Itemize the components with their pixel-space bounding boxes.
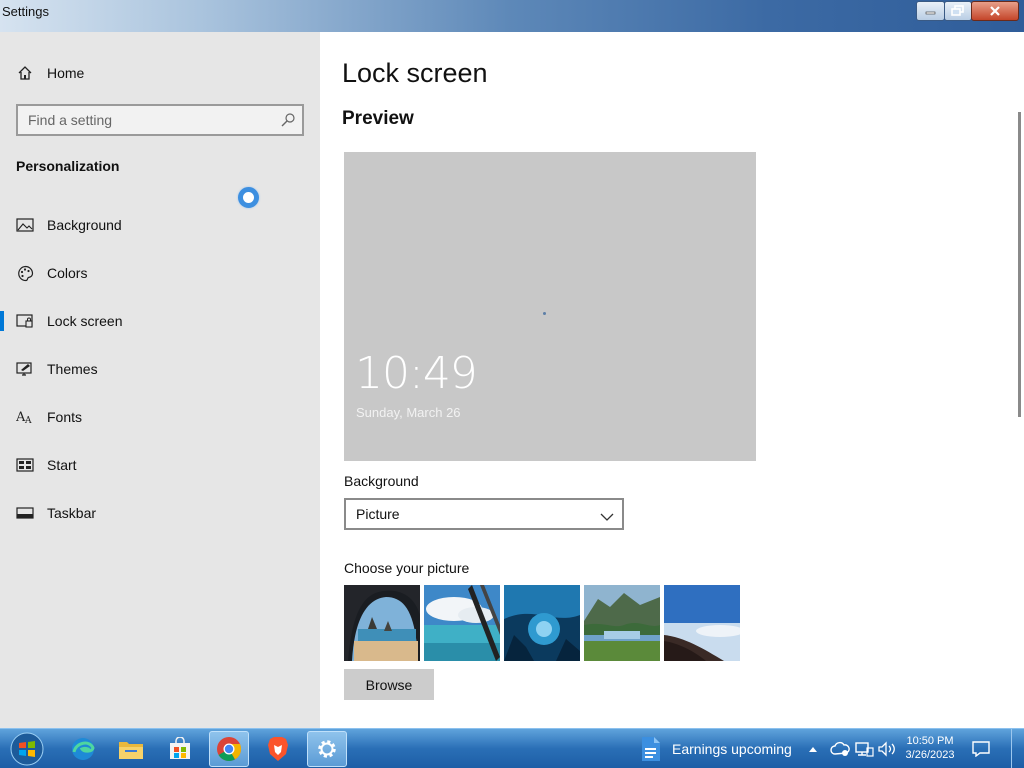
brave-icon [268, 737, 288, 761]
loading-dot-icon [543, 312, 546, 315]
sidebar-item-background[interactable]: Background [0, 205, 320, 245]
chevron-down-icon [600, 509, 614, 527]
picture-thumbnail-underwater[interactable] [504, 585, 580, 661]
preview-heading: Preview [342, 108, 414, 129]
action-center-button[interactable] [968, 729, 994, 768]
start-icon [16, 456, 34, 474]
sidebar-item-lock-screen[interactable]: Lock screen [0, 301, 320, 341]
gear-icon [318, 740, 336, 758]
store-icon [170, 737, 190, 759]
fonts-icon: AA [16, 408, 34, 426]
home-nav-item[interactable]: Home [0, 53, 320, 93]
tray-cloud-network[interactable] [829, 729, 851, 768]
minimize-button[interactable] [916, 1, 945, 21]
section-title: Personalization [16, 158, 120, 174]
chevron-up-icon [809, 747, 817, 752]
notification-icon [972, 741, 990, 757]
browse-button[interactable]: Browse [344, 669, 434, 700]
restore-icon [951, 5, 964, 16]
edge-icon [72, 738, 95, 760]
background-label: Background [344, 473, 419, 489]
tray-volume[interactable] [876, 729, 898, 768]
taskbar: Earnings upcoming 10:50 PM 3/26/2023 [0, 728, 1024, 768]
taskbar-icon [16, 504, 34, 522]
news-widget[interactable]: Earnings upcoming [640, 733, 792, 765]
tray-network[interactable] [853, 729, 875, 768]
palette-icon [16, 264, 34, 282]
close-button[interactable] [971, 1, 1019, 21]
taskbar-settings[interactable] [307, 731, 347, 767]
show-hidden-icons-button[interactable] [805, 729, 821, 768]
taskbar-brave[interactable] [258, 731, 298, 767]
sidebar-item-label: Colors [47, 265, 88, 281]
window-title-bar: Settings [0, 0, 1024, 32]
sidebar-item-start[interactable]: Start [0, 445, 320, 485]
page-title: Lock screen [342, 58, 488, 88]
network-icon [855, 742, 874, 757]
lock-screen-icon [16, 312, 34, 330]
news-document-icon [642, 737, 660, 761]
sidebar-item-colors[interactable]: Colors [0, 253, 320, 293]
svg-text:A: A [24, 416, 32, 425]
search-icon[interactable] [280, 112, 296, 133]
preview-date: Sunday, March 26 [356, 405, 461, 420]
picture-thumbnail-sky[interactable] [424, 585, 500, 661]
clock-time: 10:50 PM [906, 735, 954, 747]
taskbar-edge[interactable] [63, 731, 103, 767]
sidebar-item-label: Taskbar [47, 505, 97, 521]
sidebar-item-themes[interactable]: Themes [0, 349, 320, 389]
search-input[interactable]: Find a setting [16, 104, 304, 136]
sidebar-item-fonts[interactable]: AA Fonts [0, 397, 320, 437]
taskbar-clock[interactable]: 10:50 PM 3/26/2023 [900, 734, 960, 762]
search-placeholder: Find a setting [28, 112, 113, 128]
page-scrollbar[interactable] [1018, 112, 1021, 417]
home-icon [16, 64, 34, 82]
lock-screen-preview: 10:49 Sunday, March 26 [344, 152, 756, 461]
home-label: Home [47, 65, 85, 81]
chrome-icon [217, 737, 242, 762]
sidebar-item-label: Start [47, 457, 77, 473]
show-desktop-button[interactable] [1011, 729, 1024, 768]
picture-icon [16, 216, 34, 234]
taskbar-chrome[interactable] [209, 731, 249, 767]
close-icon [990, 6, 1000, 16]
restore-button[interactable] [944, 1, 972, 21]
picture-thumbnail-lake[interactable] [584, 585, 660, 661]
settings-sidebar: Home Find a setting Personalization Back… [0, 32, 320, 728]
taskbar-store[interactable] [160, 731, 200, 767]
background-dropdown-value: Picture [356, 506, 400, 522]
taskbar-file-explorer[interactable] [111, 731, 151, 767]
speaker-icon [878, 741, 895, 757]
minimize-icon [925, 11, 935, 15]
themes-icon [16, 360, 34, 378]
window-title: Settings [2, 4, 49, 19]
news-text: Earnings upcoming [672, 741, 792, 757]
clock-date: 3/26/2023 [905, 749, 955, 761]
lock-screen-page: Lock screen Preview 10:49 Sunday, March … [320, 32, 1024, 728]
choose-picture-label: Choose your picture [344, 560, 470, 576]
background-dropdown[interactable]: Picture [344, 498, 624, 530]
picture-thumbnail-cave[interactable] [344, 585, 420, 661]
sidebar-item-taskbar[interactable]: Taskbar [0, 493, 320, 533]
start-button[interactable] [6, 731, 48, 767]
picture-thumbnail-cliff[interactable] [664, 585, 740, 661]
sidebar-item-label: Lock screen [47, 313, 123, 329]
sidebar-item-label: Fonts [47, 409, 83, 425]
sidebar-item-label: Themes [47, 361, 98, 377]
folder-icon [119, 742, 143, 759]
cloud-sync-icon [830, 741, 850, 756]
windows-orb-icon [10, 732, 44, 766]
sidebar-item-label: Background [47, 217, 122, 233]
preview-time: 10:49 [355, 348, 478, 399]
